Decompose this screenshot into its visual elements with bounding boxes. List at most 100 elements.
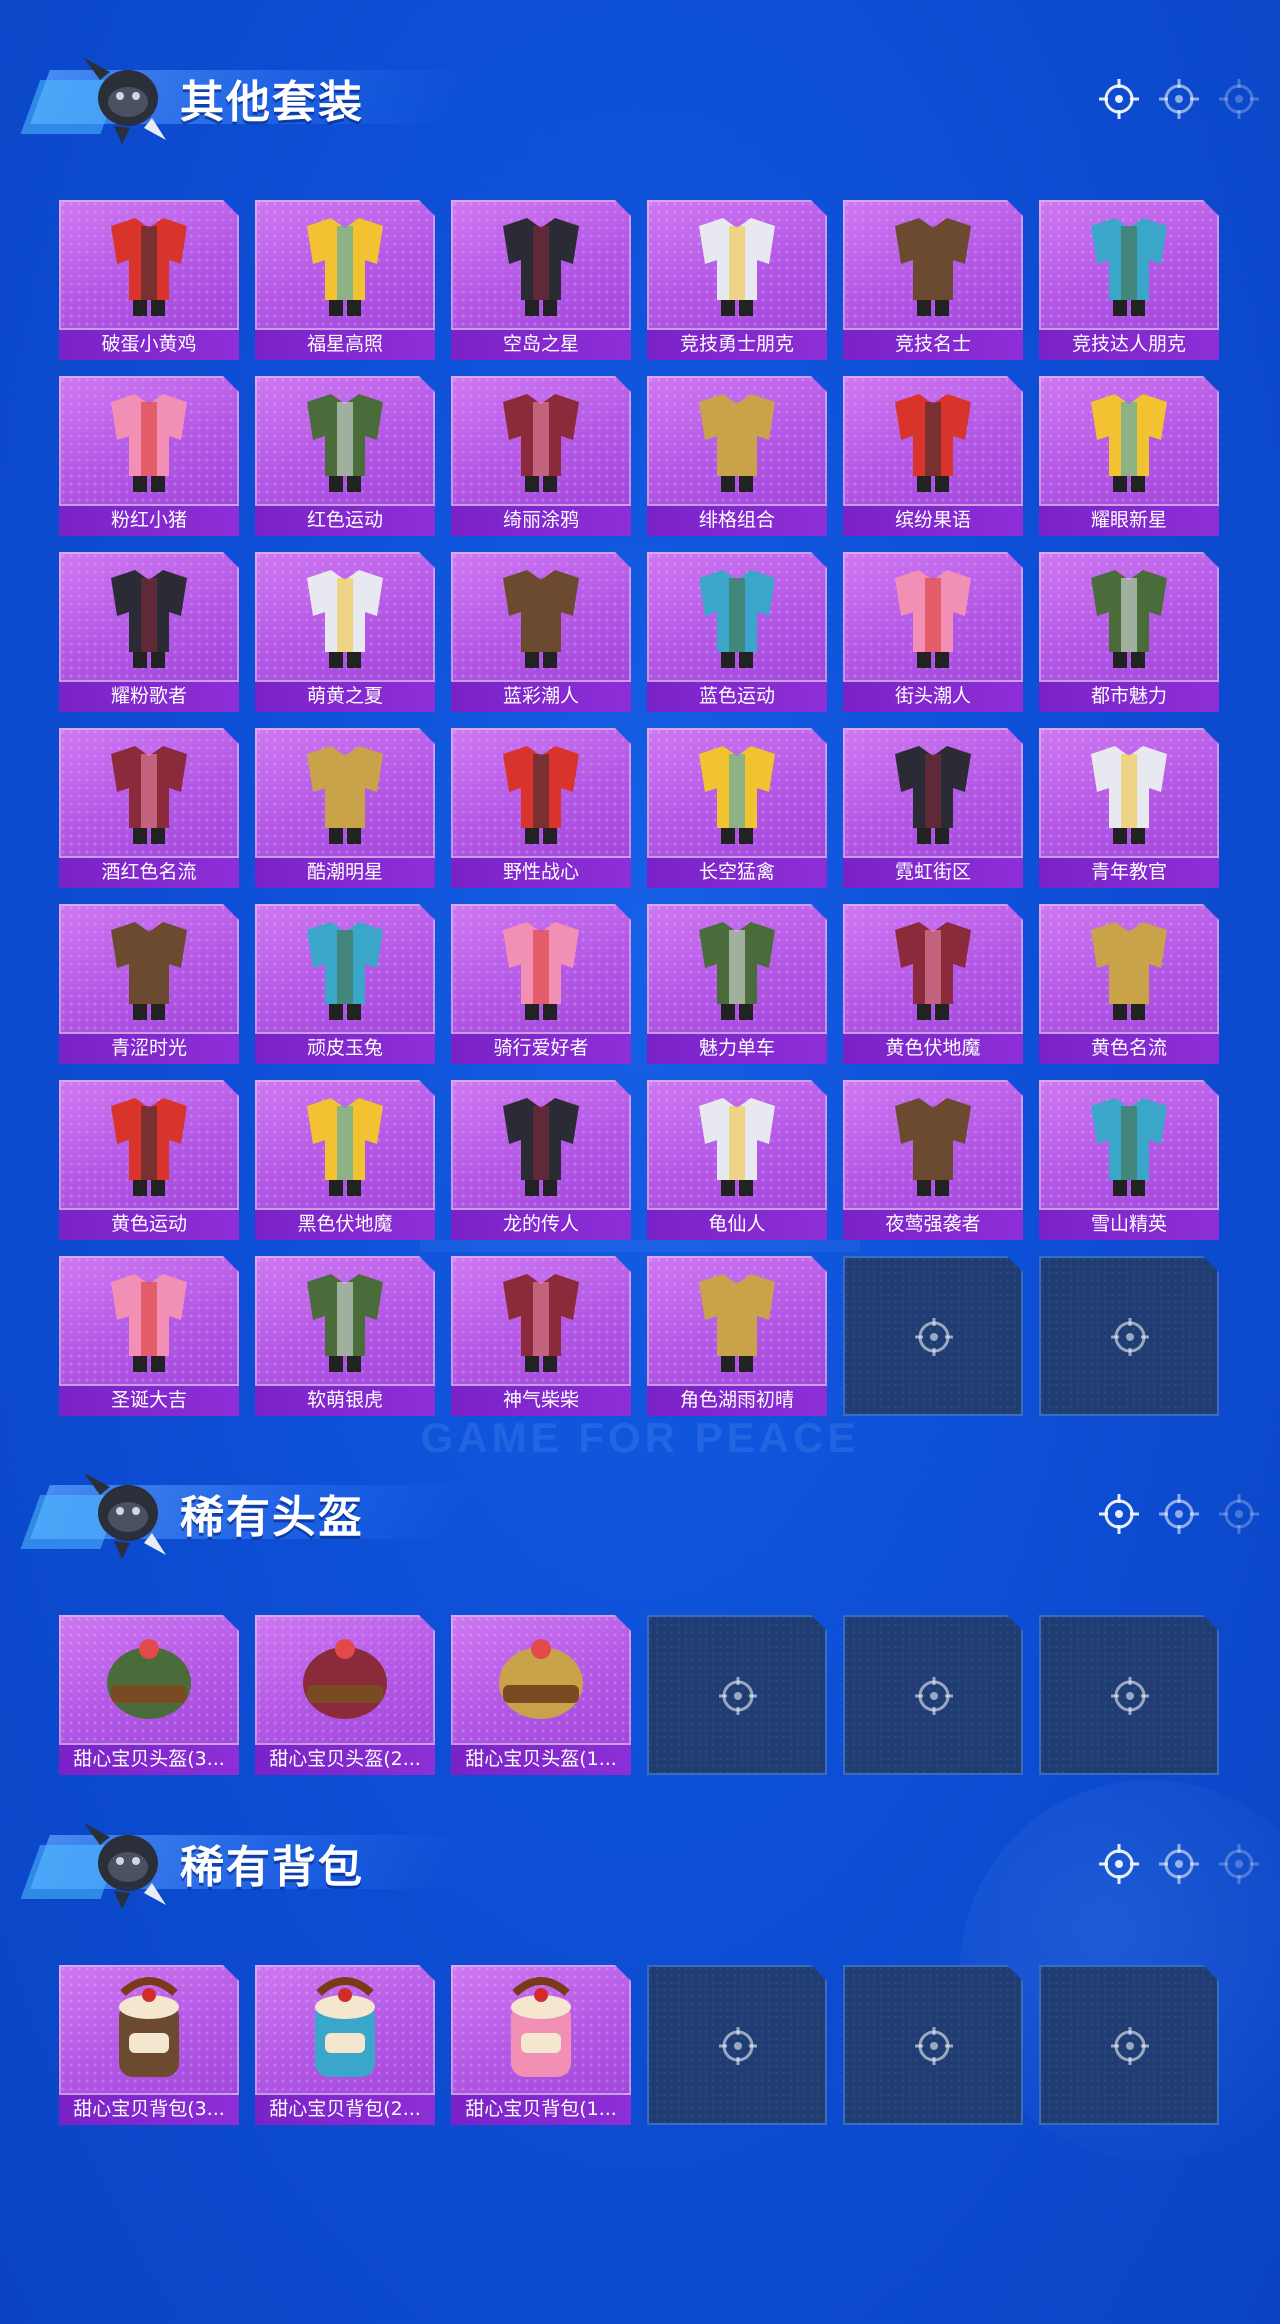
item-tile[interactable]: 甜心宝贝头盔(1...	[451, 1615, 631, 1775]
item-tile[interactable]: 圣诞大吉	[59, 1256, 239, 1416]
section-header: 稀有背包	[30, 1805, 1260, 1915]
item-tile[interactable]: 缤纷果语	[843, 376, 1023, 536]
item-image	[873, 384, 993, 496]
item-image	[89, 208, 209, 320]
item-tile[interactable]: 青年教官	[1039, 728, 1219, 888]
item-tile[interactable]: 软萌银虎	[255, 1256, 435, 1416]
item-label: 青年教官	[1039, 856, 1219, 888]
item-image	[1069, 384, 1189, 496]
item-label: 缤纷果语	[843, 504, 1023, 536]
item-label: 龟仙人	[647, 1208, 827, 1240]
section-header: 稀有头盔	[30, 1455, 1260, 1565]
item-tile[interactable]: 魅力单车	[647, 904, 827, 1064]
item-label: 都市魅力	[1039, 680, 1219, 712]
mascot-icon	[70, 40, 180, 150]
item-label: 竞技勇士朋克	[647, 328, 827, 360]
item-tile[interactable]: 角色湖雨初晴	[647, 1256, 827, 1416]
item-tile[interactable]: 蓝彩潮人	[451, 552, 631, 712]
item-image	[873, 560, 993, 672]
item-tile[interactable]: 耀眼新星	[1039, 376, 1219, 536]
item-image	[873, 1088, 993, 1200]
item-tile[interactable]: 黄色伏地魔	[843, 904, 1023, 1064]
crosshair-icon	[717, 2025, 759, 2067]
item-tile[interactable]: 福星高照	[255, 200, 435, 360]
item-tile[interactable]: 夜莺强袭者	[843, 1080, 1023, 1240]
item-tile[interactable]: 龟仙人	[647, 1080, 827, 1240]
section-header: 其他套装	[30, 40, 1260, 150]
item-tile[interactable]: 竞技达人朋克	[1039, 200, 1219, 360]
empty-slot	[843, 1965, 1023, 2125]
item-label: 魅力单车	[647, 1032, 827, 1064]
crosshair-icon	[1158, 1493, 1200, 1535]
item-image	[1069, 560, 1189, 672]
item-label: 酷潮明星	[255, 856, 435, 888]
crosshair-icon	[913, 2025, 955, 2067]
item-tile[interactable]: 绮丽涂鸦	[451, 376, 631, 536]
item-tile[interactable]: 蓝色运动	[647, 552, 827, 712]
item-label: 甜心宝贝背包(2...	[255, 2093, 435, 2125]
item-image	[1069, 208, 1189, 320]
item-tile[interactable]: 粉红小猪	[59, 376, 239, 536]
item-tile[interactable]: 长空猛禽	[647, 728, 827, 888]
item-image	[285, 1623, 405, 1735]
item-tile[interactable]: 红色运动	[255, 376, 435, 536]
item-tile[interactable]: 黑色伏地魔	[255, 1080, 435, 1240]
item-tile[interactable]: 黄色名流	[1039, 904, 1219, 1064]
item-label: 霓虹街区	[843, 856, 1023, 888]
item-label: 甜心宝贝头盔(2...	[255, 1743, 435, 1775]
item-tile[interactable]: 黄色运动	[59, 1080, 239, 1240]
item-label: 破蛋小黄鸡	[59, 328, 239, 360]
item-image	[677, 912, 797, 1024]
item-tile[interactable]: 破蛋小黄鸡	[59, 200, 239, 360]
crosshair-icon	[1109, 1316, 1151, 1358]
item-tile[interactable]: 街头潮人	[843, 552, 1023, 712]
item-tile[interactable]: 甜心宝贝背包(2...	[255, 1965, 435, 2125]
section-title: 其他套装	[180, 77, 364, 128]
item-label: 夜莺强袭者	[843, 1208, 1023, 1240]
item-label: 绯格组合	[647, 504, 827, 536]
item-tile[interactable]: 青涩时光	[59, 904, 239, 1064]
item-tile[interactable]: 耀粉歌者	[59, 552, 239, 712]
item-tile[interactable]: 绯格组合	[647, 376, 827, 536]
item-tile[interactable]: 顽皮玉兔	[255, 904, 435, 1064]
item-label: 圣诞大吉	[59, 1384, 239, 1416]
item-tile[interactable]: 空岛之星	[451, 200, 631, 360]
item-tile[interactable]: 竞技勇士朋克	[647, 200, 827, 360]
empty-slot	[647, 1615, 827, 1775]
empty-slot	[647, 1965, 827, 2125]
item-label: 甜心宝贝头盔(3...	[59, 1743, 239, 1775]
mascot-icon	[70, 1455, 180, 1565]
item-tile[interactable]: 甜心宝贝头盔(2...	[255, 1615, 435, 1775]
item-tile[interactable]: 野性战心	[451, 728, 631, 888]
item-image	[677, 736, 797, 848]
item-image	[481, 560, 601, 672]
item-label: 甜心宝贝背包(3...	[59, 2093, 239, 2125]
item-tile[interactable]: 龙的传人	[451, 1080, 631, 1240]
item-image	[285, 1088, 405, 1200]
item-label: 绮丽涂鸦	[451, 504, 631, 536]
item-tile[interactable]: 神气柴柴	[451, 1256, 631, 1416]
item-label: 顽皮玉兔	[255, 1032, 435, 1064]
item-tile[interactable]: 竞技名士	[843, 200, 1023, 360]
item-tile[interactable]: 雪山精英	[1039, 1080, 1219, 1240]
item-image	[89, 384, 209, 496]
item-image	[481, 384, 601, 496]
item-image	[285, 1973, 405, 2085]
item-tile[interactable]: 萌黄之夏	[255, 552, 435, 712]
item-tile[interactable]: 甜心宝贝头盔(3...	[59, 1615, 239, 1775]
item-tile[interactable]: 甜心宝贝背包(1...	[451, 1965, 631, 2125]
item-tile[interactable]: 酒红色名流	[59, 728, 239, 888]
empty-slot	[1039, 1256, 1219, 1416]
item-image	[481, 1264, 601, 1376]
item-tile[interactable]: 酷潮明星	[255, 728, 435, 888]
item-image	[481, 912, 601, 1024]
item-tile[interactable]: 都市魅力	[1039, 552, 1219, 712]
item-image	[285, 384, 405, 496]
item-image	[1069, 912, 1189, 1024]
item-tile[interactable]: 霓虹街区	[843, 728, 1023, 888]
item-tile[interactable]: 骑行爱好者	[451, 904, 631, 1064]
item-image	[677, 208, 797, 320]
item-label: 神气柴柴	[451, 1384, 631, 1416]
item-tile[interactable]: 甜心宝贝背包(3...	[59, 1965, 239, 2125]
item-image	[481, 1623, 601, 1735]
